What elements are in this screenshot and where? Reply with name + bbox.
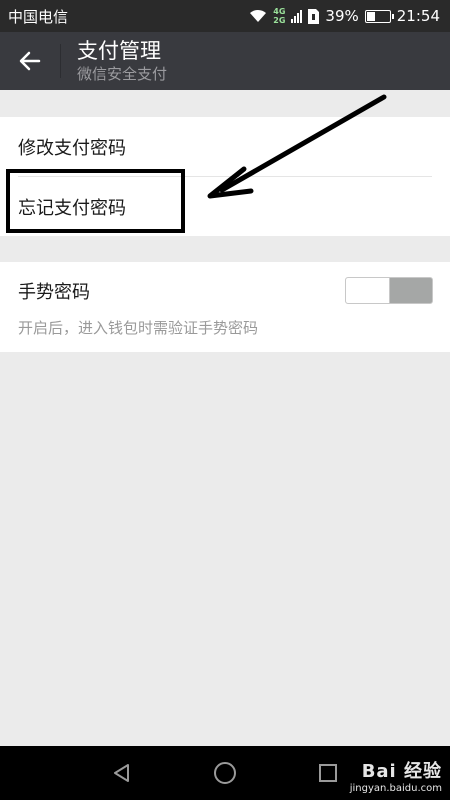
nav-home-button[interactable] [205,753,245,793]
title-bar: 支付管理 微信安全支付 [0,32,450,90]
page-title: 支付管理 [77,39,161,63]
arrow-left-icon [19,51,41,71]
gesture-password-description: 开启后，进入钱包时需验证手势密码 [18,319,259,337]
status-icons: 4G 2G 39% 21:54 [249,7,440,25]
gesture-password-toggle[interactable] [345,277,433,304]
change-password-item[interactable]: 修改支付密码 [0,117,450,176]
square-recents-icon [319,764,338,782]
network-type-badge: 4G 2G [273,7,285,25]
annotation-highlight-box [6,169,185,233]
network-4g-label: 4G [273,7,286,16]
page-subtitle: 微信安全支付 [77,65,168,83]
watermark-sub: jingyan.baidu.com [349,783,442,794]
back-button[interactable] [0,32,60,90]
signal-icon [291,9,303,23]
carrier-name: 中国电信 [8,7,69,26]
watermark-main: Bai 经验 [361,761,442,782]
triangle-back-icon [113,764,129,782]
network-2g-label: 2G [273,16,286,25]
gesture-password-label: 手势密码 [18,282,90,303]
status-bar: 中国电信 4G 2G 39% 21:54 [0,0,450,32]
toggle-knob [346,278,390,303]
battery-percent: 39% [325,7,359,25]
battery-icon [364,9,394,23]
wifi-icon [250,9,267,22]
baidu-jingyan-watermark: Bai 经验 jingyan.baidu.com [350,757,442,794]
nav-recents-button[interactable] [308,753,348,793]
title-block: 支付管理 微信安全支付 [77,38,167,84]
title-divider [60,44,61,78]
gesture-password-group: 手势密码 开启后，进入钱包时需验证手势密码 [0,262,450,352]
sim-icon [308,8,320,24]
change-password-label: 修改支付密码 [18,137,126,159]
nav-back-button[interactable] [102,753,142,793]
clock-time: 21:54 [396,7,440,25]
circle-home-icon [213,762,236,784]
